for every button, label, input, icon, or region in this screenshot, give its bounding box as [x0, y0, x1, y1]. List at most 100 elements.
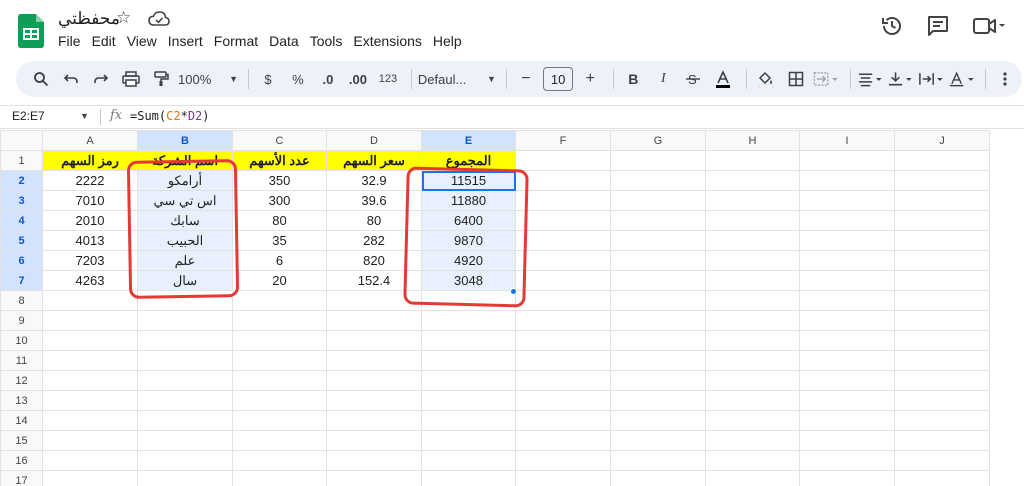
cell-d17[interactable] [326, 470, 422, 486]
row-header[interactable]: 1 [0, 150, 43, 171]
cell-g7[interactable] [610, 270, 706, 291]
cell-f13[interactable] [515, 390, 611, 411]
column-header-c[interactable]: C [232, 130, 327, 151]
cell-f5[interactable] [515, 230, 611, 251]
cell-j11[interactable] [894, 350, 990, 371]
cell-j12[interactable] [894, 370, 990, 391]
menu-view[interactable]: View [127, 33, 162, 49]
menu-help[interactable]: Help [433, 33, 467, 49]
zoom-select[interactable]: 100% ▼ [178, 65, 238, 93]
cell-e10[interactable] [421, 330, 516, 351]
column-header-b[interactable]: B [137, 130, 233, 151]
cell-h16[interactable] [705, 450, 800, 471]
undo-icon[interactable] [58, 65, 84, 93]
merge-cells-icon[interactable] [813, 65, 840, 93]
cell-h3[interactable] [705, 190, 800, 211]
comments-icon[interactable] [926, 14, 950, 38]
name-box[interactable]: E2:E7 [12, 109, 45, 123]
cell-a8[interactable] [42, 290, 138, 311]
cloud-status-icon[interactable] [148, 10, 170, 28]
cell-j16[interactable] [894, 450, 990, 471]
row-header[interactable]: 15 [0, 430, 43, 451]
percent-format-button[interactable]: % [285, 65, 311, 93]
cell-f14[interactable] [515, 410, 611, 431]
cell-h4[interactable] [705, 210, 800, 231]
cell-i15[interactable] [799, 430, 895, 451]
currency-format-button[interactable]: $ [255, 65, 281, 93]
fill-color-icon[interactable] [753, 65, 779, 93]
cell-h12[interactable] [705, 370, 800, 391]
cell-c11[interactable] [232, 350, 327, 371]
cell-a2[interactable]: 2222 [42, 170, 138, 191]
cell-g16[interactable] [610, 450, 706, 471]
cell-j4[interactable] [894, 210, 990, 231]
cell-b17[interactable] [137, 470, 233, 486]
increase-decimal-button[interactable]: .00 [345, 65, 371, 93]
cell-f7[interactable] [515, 270, 611, 291]
font-select[interactable]: Defaul... ▼ [418, 65, 496, 93]
cell-a11[interactable] [42, 350, 138, 371]
more-formats-button[interactable]: 123 [375, 65, 401, 93]
italic-button[interactable]: I [650, 65, 676, 93]
cell-i3[interactable] [799, 190, 895, 211]
cell-f15[interactable] [515, 430, 611, 451]
cell-i16[interactable] [799, 450, 895, 471]
cell-h15[interactable] [705, 430, 800, 451]
cell-f17[interactable] [515, 470, 611, 486]
cell-i17[interactable] [799, 470, 895, 486]
row-header[interactable]: 13 [0, 390, 43, 411]
cell-b9[interactable] [137, 310, 233, 331]
menu-tools[interactable]: Tools [310, 33, 348, 49]
cell-j3[interactable] [894, 190, 990, 211]
cell-b14[interactable] [137, 410, 233, 431]
cell-i8[interactable] [799, 290, 895, 311]
cell-h13[interactable] [705, 390, 800, 411]
search-menus-icon[interactable] [28, 65, 54, 93]
row-header[interactable]: 11 [0, 350, 43, 371]
cell-h11[interactable] [705, 350, 800, 371]
cell-i11[interactable] [799, 350, 895, 371]
row-header[interactable]: 6 [0, 250, 43, 271]
cell-j6[interactable] [894, 250, 990, 271]
cell-f6[interactable] [515, 250, 611, 271]
column-header-e[interactable]: E [421, 130, 516, 151]
cell-e14[interactable] [421, 410, 516, 431]
cell-g2[interactable] [610, 170, 706, 191]
sheets-logo-icon[interactable] [18, 14, 44, 48]
decrease-decimal-button[interactable]: .0 [315, 65, 341, 93]
cell-i13[interactable] [799, 390, 895, 411]
text-rotation-icon[interactable] [949, 65, 976, 93]
cell-h1[interactable] [705, 150, 800, 171]
cell-f4[interactable] [515, 210, 611, 231]
cell-g5[interactable] [610, 230, 706, 251]
cell-g3[interactable] [610, 190, 706, 211]
cell-a7[interactable]: 4263 [42, 270, 138, 291]
cell-h14[interactable] [705, 410, 800, 431]
column-header-j[interactable]: J [894, 130, 990, 151]
row-header[interactable]: 12 [0, 370, 43, 391]
row-header[interactable]: 16 [0, 450, 43, 471]
cell-b15[interactable] [137, 430, 233, 451]
cell-d15[interactable] [326, 430, 422, 451]
menu-insert[interactable]: Insert [168, 33, 208, 49]
cell-c17[interactable] [232, 470, 327, 486]
cell-h9[interactable] [705, 310, 800, 331]
cell-e9[interactable] [421, 310, 516, 331]
row-header[interactable]: 17 [0, 470, 43, 486]
version-history-icon[interactable] [880, 14, 904, 38]
column-header-i[interactable]: I [799, 130, 895, 151]
row-header[interactable]: 5 [0, 230, 43, 251]
row-header[interactable]: 10 [0, 330, 43, 351]
cell-e12[interactable] [421, 370, 516, 391]
cell-b13[interactable] [137, 390, 233, 411]
cell-d10[interactable] [326, 330, 422, 351]
cell-b10[interactable] [137, 330, 233, 351]
cell-j2[interactable] [894, 170, 990, 191]
cell-f12[interactable] [515, 370, 611, 391]
cell-j7[interactable] [894, 270, 990, 291]
cell-c15[interactable] [232, 430, 327, 451]
cell-c4[interactable]: 80 [232, 210, 327, 231]
paint-format-icon[interactable] [148, 65, 174, 93]
cell-j10[interactable] [894, 330, 990, 351]
cell-i6[interactable] [799, 250, 895, 271]
